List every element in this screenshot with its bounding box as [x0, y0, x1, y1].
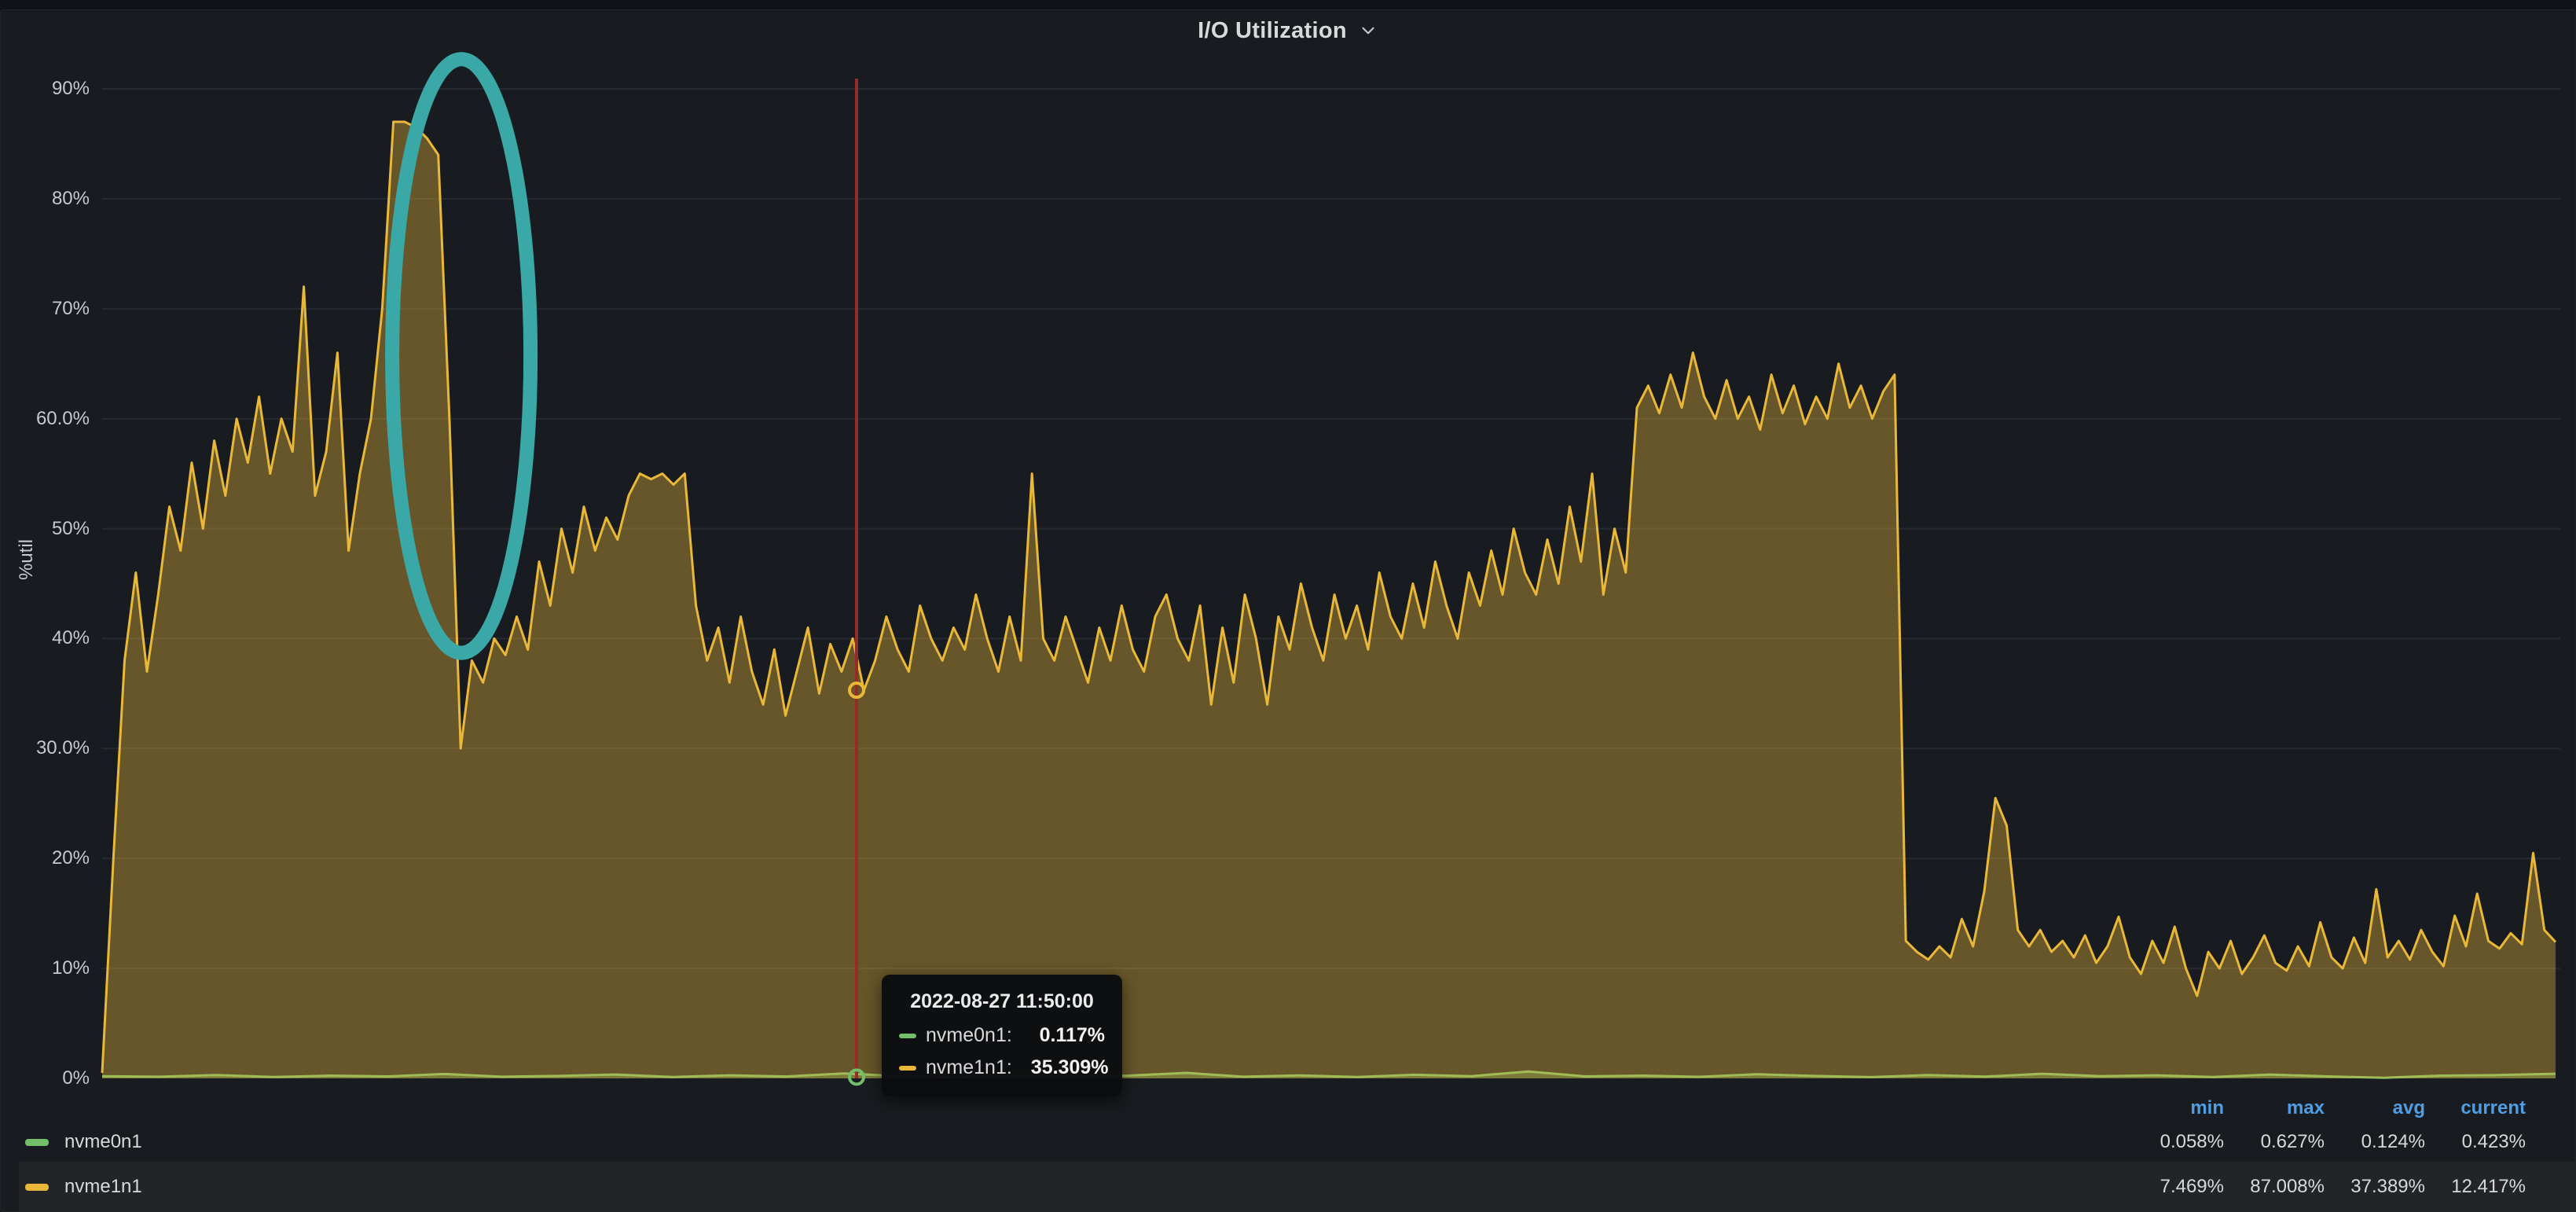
legend-col-min[interactable]: min — [2123, 1097, 2224, 1119]
legend-col-current[interactable]: current — [2425, 1097, 2526, 1119]
chart-canvas[interactable] — [0, 0, 2576, 1212]
stat-min: 7.469% — [2123, 1176, 2224, 1198]
stat-current: 0.423% — [2425, 1131, 2526, 1153]
series-color-swatch — [25, 1139, 49, 1146]
legend-series-name[interactable]: nvme1n1 — [64, 1176, 142, 1198]
legend-col-avg[interactable]: avg — [2325, 1097, 2425, 1119]
stat-avg: 0.124% — [2325, 1131, 2425, 1153]
chart-tooltip: 2022-08-27 11:50:00 nvme0n1: 0.117% nvme… — [882, 975, 1122, 1096]
io-utilization-panel: I/O Utilization %util 90% 80% 70% 60.0% … — [0, 0, 2576, 1212]
series-nvme1n1-area — [102, 122, 2556, 1078]
stat-min: 0.058% — [2123, 1131, 2224, 1153]
tooltip-timestamp: 2022-08-27 11:50:00 — [899, 990, 1105, 1013]
legend: min max avg current nvme0n1 0.058% 0.627… — [0, 1094, 2576, 1212]
tooltip-series-name: nvme1n1: — [926, 1056, 1012, 1079]
legend-col-max[interactable]: max — [2224, 1097, 2325, 1119]
stat-current: 12.417% — [2425, 1176, 2526, 1198]
tooltip-row-nvme0n1: nvme0n1: 0.117% — [899, 1024, 1105, 1047]
stat-max: 87.008% — [2224, 1176, 2325, 1198]
series-color-swatch — [25, 1184, 49, 1191]
stat-max: 0.627% — [2224, 1131, 2325, 1153]
tooltip-series-value: 35.309% — [1012, 1056, 1109, 1079]
tooltip-series-name: nvme0n1: — [926, 1024, 1012, 1047]
tooltip-series-value: 0.117% — [1021, 1024, 1105, 1047]
series-color-swatch — [899, 1034, 916, 1038]
tooltip-row-nvme1n1: nvme1n1: 35.309% — [899, 1056, 1105, 1079]
legend-header: min max avg current — [19, 1094, 2576, 1122]
legend-row-nvme0n1[interactable]: nvme0n1 0.058% 0.627% 0.124% 0.423% — [19, 1122, 2576, 1162]
stat-avg: 37.389% — [2325, 1176, 2425, 1198]
legend-row-nvme1n1[interactable]: nvme1n1 7.469% 87.008% 37.389% 12.417% — [19, 1162, 2576, 1212]
legend-series-name[interactable]: nvme0n1 — [64, 1131, 142, 1153]
series-color-swatch — [899, 1066, 916, 1071]
